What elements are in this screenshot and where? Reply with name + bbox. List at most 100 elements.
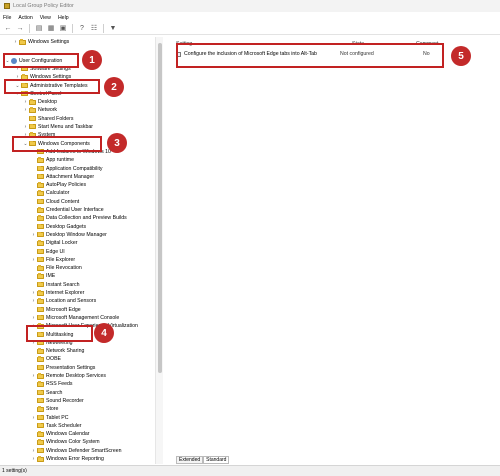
tree-item-desktop-gadgets[interactable]: Desktop Gadgets xyxy=(30,223,86,231)
folder-icon xyxy=(37,447,44,454)
chevron-right-icon[interactable]: › xyxy=(12,39,19,45)
chevron-right-icon[interactable]: › xyxy=(22,99,29,105)
tree-item-label: IME xyxy=(46,273,56,280)
tree-item-label: Network Sharing xyxy=(46,348,85,355)
tree-item-presentation-settings[interactable]: Presentation Settings xyxy=(30,364,95,372)
tree-item-rss-feeds[interactable]: RSS Feeds xyxy=(30,380,73,388)
tree-item-start-menu-taskbar[interactable]: › Start Menu and Taskbar xyxy=(22,123,93,131)
tree-item-location-and-sensors[interactable]: › Location and Sensors xyxy=(30,297,96,305)
menu-file[interactable]: File xyxy=(3,15,11,21)
tree-item-label: OOBE xyxy=(46,356,61,363)
folder-icon xyxy=(37,256,44,263)
tree-item-label: RSS Feeds xyxy=(46,381,73,388)
tree-item-tablet-pc[interactable]: › Tablet PC xyxy=(30,413,69,421)
help-icon[interactable]: ? xyxy=(77,23,87,33)
chevron-right-icon[interactable]: › xyxy=(30,456,37,462)
chevron-right-icon[interactable]: › xyxy=(30,315,37,321)
export-list-icon[interactable]: ▣ xyxy=(58,23,68,33)
tree-item-label: Microsoft Edge xyxy=(46,306,81,313)
filter-icon[interactable]: ▼ xyxy=(108,23,118,33)
chevron-right-icon[interactable]: › xyxy=(30,290,37,296)
properties-icon[interactable]: ☷ xyxy=(89,23,99,33)
tree-item-task-scheduler[interactable]: Task Scheduler xyxy=(30,422,81,430)
tree-item-file-revocation[interactable]: File Revocation xyxy=(30,264,82,272)
tree-item-label: Calculator xyxy=(46,190,70,197)
tree-item-label: AutoPlay Policies xyxy=(46,182,87,189)
menu-help[interactable]: Help xyxy=(58,15,69,21)
folder-icon xyxy=(37,314,44,321)
folder-icon xyxy=(37,414,44,421)
tree-item-label: Attachment Manager xyxy=(46,173,95,180)
folder-icon xyxy=(37,248,44,255)
tree-item-label: Location and Sensors xyxy=(46,298,97,305)
tree-item-autoplay-policies[interactable]: AutoPlay Policies xyxy=(30,181,86,189)
folder-up-icon[interactable]: ▤ xyxy=(34,23,44,33)
tree-item-file-explorer[interactable]: › File Explorer xyxy=(30,256,75,264)
tree-item-windows-error-reporting[interactable]: › Windows Error Reporting xyxy=(30,455,104,463)
tree-item-app-runtime[interactable]: App runtime xyxy=(30,156,74,164)
tree-item-data-collection-and-preview-builds[interactable]: Data Collection and Preview Builds xyxy=(30,214,127,222)
tree-item-label: File Revocation xyxy=(46,265,82,272)
tree-item-attachment-manager[interactable]: Attachment Manager xyxy=(30,173,94,181)
tree-item-ime[interactable]: IME xyxy=(30,272,55,280)
tree-item-desktop[interactable]: › Desktop xyxy=(22,98,57,106)
tree-item-credential-user-interface[interactable]: Credential User Interface xyxy=(30,206,104,214)
tree-item-windows-defender-smartscreen[interactable]: › Windows Defender SmartScreen xyxy=(30,447,122,455)
tree-item-label: Sound Recorder xyxy=(46,397,84,404)
tree-item-label: Edge UI xyxy=(46,248,65,255)
tree-item-label: Cloud Content xyxy=(46,198,80,205)
tree-item-calculator[interactable]: Calculator xyxy=(30,189,69,197)
chevron-right-icon[interactable]: › xyxy=(30,298,37,304)
tab-extended[interactable]: Extended xyxy=(176,456,204,464)
highlight-multitasking xyxy=(26,325,93,342)
tree-item-desktop-window-manager[interactable]: › Desktop Window Manager xyxy=(30,231,107,239)
folder-icon xyxy=(37,190,44,196)
status-bar: 1 setting(s) xyxy=(0,465,500,476)
tree-item-label: Search xyxy=(46,389,63,396)
tree-item-shared-folders[interactable]: Shared Folders xyxy=(22,115,73,123)
tree-item-network-sharing[interactable]: Network Sharing xyxy=(30,347,84,355)
show-hide-tree-icon[interactable]: ▦ xyxy=(46,23,56,33)
menu-view[interactable]: View xyxy=(40,15,51,21)
tree-item-network[interactable]: › Network xyxy=(22,106,57,114)
chevron-right-icon[interactable]: › xyxy=(30,232,37,238)
tree-scrollbar[interactable] xyxy=(155,37,163,464)
tree-item-store[interactable]: Store xyxy=(30,405,58,413)
chevron-right-icon[interactable]: › xyxy=(30,448,37,454)
chevron-right-icon[interactable]: › xyxy=(22,124,29,130)
tree-item-internet-explorer[interactable]: › Internet Explorer xyxy=(30,289,84,297)
tree-item-remote-desktop-services[interactable]: › Remote Desktop Services xyxy=(30,372,106,380)
tree-item-digital-locker[interactable]: Digital Locker xyxy=(30,239,77,247)
settings-list: Setting State Comment Configure the incl… xyxy=(172,37,500,464)
callout-badge-5: 5 xyxy=(451,46,471,66)
forward-icon[interactable]: → xyxy=(15,23,25,33)
tree-item-oobe[interactable]: OOBE xyxy=(30,355,61,363)
toolbar-separator xyxy=(72,23,73,33)
tree-item-application-compatibility[interactable]: Application Compatibility xyxy=(30,164,103,172)
tree-item-cloud-content[interactable]: Cloud Content xyxy=(30,198,79,206)
tree-item-sound-recorder[interactable]: Sound Recorder xyxy=(30,397,84,405)
tree-item-microsoft-management-console[interactable]: › Microsoft Management Console xyxy=(30,314,119,322)
chevron-right-icon[interactable]: › xyxy=(22,107,29,113)
tree-item-search[interactable]: Search xyxy=(30,389,62,397)
tree-item-microsoft-edge[interactable]: Microsoft Edge xyxy=(30,306,81,314)
tab-standard[interactable]: Standard xyxy=(203,456,230,464)
tree-item-windows-settings[interactable]: › Windows Settings xyxy=(12,38,69,46)
chevron-right-icon[interactable]: › xyxy=(30,257,37,263)
folder-icon xyxy=(37,356,44,362)
tree-item-windows-calendar[interactable]: Windows Calendar xyxy=(30,430,90,438)
tree-item-edge-ui[interactable]: Edge UI xyxy=(30,247,65,255)
chevron-right-icon[interactable]: › xyxy=(30,373,37,379)
chevron-right-icon[interactable]: › xyxy=(30,415,37,421)
tree-item-instant-search[interactable]: Instant Search xyxy=(30,281,79,289)
back-icon[interactable]: ← xyxy=(3,23,13,33)
menu-action[interactable]: Action xyxy=(18,15,32,21)
tree-item-windows-color-system[interactable]: Windows Color System xyxy=(30,438,100,446)
folder-icon xyxy=(37,281,44,288)
tree-item-label: Application Compatibility xyxy=(46,165,103,172)
folder-icon xyxy=(37,207,44,213)
navigation-tree: › Windows Settings ⌄ User Configuration › Sof… xyxy=(0,37,163,464)
tree-item-label: Credential User Interface xyxy=(46,207,104,214)
scroll-thumb[interactable] xyxy=(158,43,162,373)
folder-icon xyxy=(37,231,44,238)
